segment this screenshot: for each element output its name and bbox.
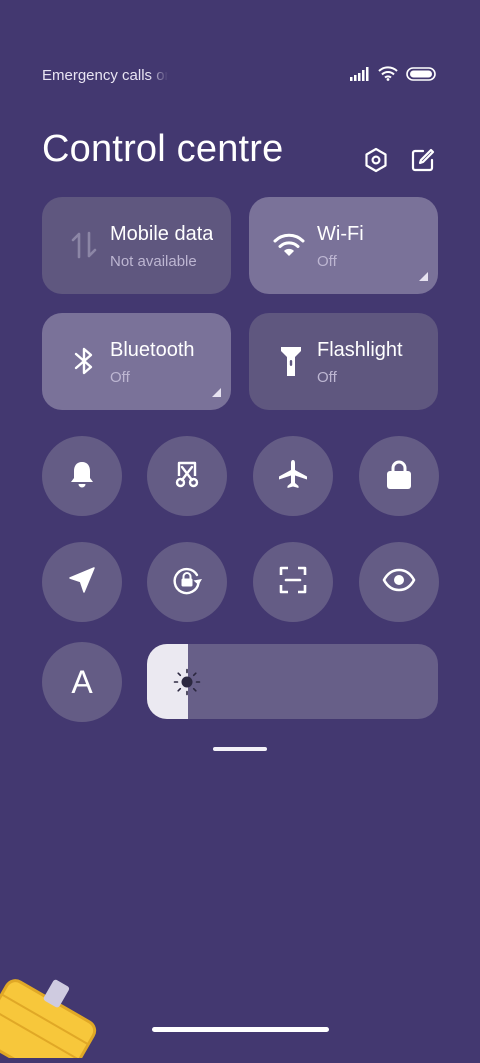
bell-toggle[interactable] — [42, 436, 122, 516]
settings-hexagon-icon[interactable] — [361, 145, 391, 175]
wifi-icon — [378, 66, 398, 86]
tile-flashlight[interactable]: Flashlight Off — [249, 313, 438, 410]
sun-icon — [173, 668, 201, 696]
tile-label: Mobile data — [110, 223, 213, 245]
battery-icon — [406, 66, 436, 86]
font-size-icon: A — [71, 663, 93, 700]
panel-drag-handle[interactable] — [213, 747, 267, 751]
signal-icon — [350, 66, 370, 86]
expand-corner-icon[interactable] — [419, 272, 428, 281]
bell-icon — [68, 459, 96, 494]
tile-label: Bluetooth — [110, 339, 195, 361]
wifi-icon — [273, 229, 305, 261]
tile-status: Not available — [110, 253, 197, 270]
location-icon — [67, 565, 97, 600]
tile-wifi[interactable]: Wi-Fi Off — [249, 197, 438, 294]
status-icons — [350, 66, 436, 86]
airplane-toggle[interactable] — [253, 436, 333, 516]
tile-label: Flashlight — [317, 339, 403, 361]
location-toggle[interactable] — [42, 542, 122, 622]
tile-status: Off — [317, 253, 337, 270]
bluetooth-icon — [68, 345, 100, 377]
mobile-data-icon — [68, 229, 100, 261]
screenshot-icon — [172, 459, 202, 494]
font-size-toggle[interactable]: A — [42, 642, 122, 722]
home-indicator[interactable] — [152, 1027, 329, 1032]
scan-icon — [278, 565, 308, 600]
screenshot-toggle[interactable] — [147, 436, 227, 516]
expand-corner-icon[interactable] — [212, 388, 221, 397]
eye-icon — [382, 568, 416, 597]
airplane-icon — [277, 458, 309, 495]
tile-status: Off — [317, 369, 337, 386]
lock-toggle[interactable] — [359, 436, 439, 516]
status-carrier-text: Emergency calls only — [42, 67, 168, 84]
tile-mobile-data[interactable]: Mobile data Not available — [42, 197, 231, 294]
page-title: Control centre — [42, 128, 284, 170]
tile-bluetooth[interactable]: Bluetooth Off — [42, 313, 231, 410]
eye-toggle[interactable] — [359, 542, 439, 622]
rotation-lock-icon — [170, 563, 204, 602]
lock-icon — [385, 458, 413, 495]
tile-label: Wi-Fi — [317, 223, 364, 245]
flashlight-icon — [275, 345, 307, 377]
rotation-lock-toggle[interactable] — [147, 542, 227, 622]
tile-status: Off — [110, 369, 130, 386]
brightness-slider[interactable] — [147, 644, 438, 719]
scan-toggle[interactable] — [253, 542, 333, 622]
edit-icon[interactable] — [408, 145, 438, 175]
wallpaper-decoration — [0, 968, 100, 1063]
